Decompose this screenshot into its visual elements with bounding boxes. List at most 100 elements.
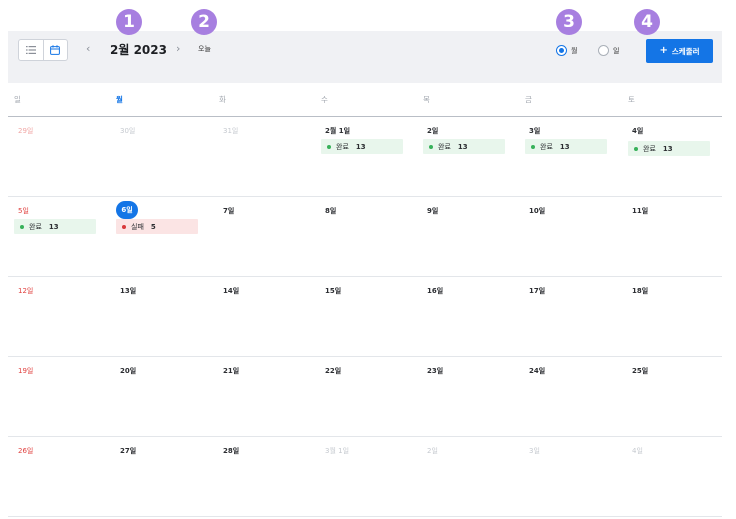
add-schedule-button[interactable]: + 스케줄러 <box>646 39 713 63</box>
radio-label: 일 <box>613 46 620 55</box>
day-cell[interactable]: 13일 <box>118 277 220 356</box>
day-cell[interactable]: 11일 <box>630 197 732 276</box>
day-number: 12일 <box>18 287 34 295</box>
day-cell[interactable]: 31일 <box>221 117 323 196</box>
day-cell[interactable]: 30일 <box>118 117 220 196</box>
radio-label: 월 <box>571 46 578 55</box>
day-cell[interactable]: 12일 <box>16 277 118 356</box>
day-cell[interactable]: 28일 <box>221 437 323 516</box>
day-number: 18일 <box>632 287 649 295</box>
day-cell[interactable]: 26일 <box>16 437 118 516</box>
month-view-radio[interactable]: 월 <box>556 45 577 56</box>
day-cell[interactable]: 2일 <box>425 437 527 516</box>
day-number: 4일 <box>632 127 644 135</box>
day-cell[interactable]: 25일 <box>630 357 732 436</box>
month-title: 2월 2023 <box>110 43 167 57</box>
day-cell[interactable]: 23일 <box>425 357 527 436</box>
radio-selected <box>556 45 567 56</box>
day-cell[interactable]: 19일 <box>16 357 118 436</box>
event-label: 완료 <box>540 142 553 151</box>
day-number: 9일 <box>427 207 439 215</box>
day-number: 26일 <box>18 447 34 455</box>
day-number: 20일 <box>120 367 137 375</box>
week-row: 26일 27일 28일 3월 1일 2일 3일 4일 <box>8 437 722 517</box>
day-number: 22일 <box>325 367 342 375</box>
day-cell[interactable]: 7일 <box>221 197 323 276</box>
day-cell[interactable]: 3월 1일 <box>323 437 425 516</box>
day-number: 4일 <box>632 447 643 455</box>
prev-month-button[interactable]: ‹ <box>86 42 90 56</box>
callout-badge: 1 <box>116 9 142 35</box>
day-cell[interactable]: 15일 <box>323 277 425 356</box>
event-done[interactable]: 완료 13 <box>525 139 607 154</box>
list-view-button[interactable] <box>19 40 43 60</box>
event-count: 13 <box>662 144 673 153</box>
week-row: 19일 20일 21일 22일 23일 24일 25일 <box>8 357 722 437</box>
day-cell[interactable]: 16일 <box>425 277 527 356</box>
day-cell[interactable]: 10일 <box>527 197 629 276</box>
day-cell[interactable]: 18일 <box>630 277 732 356</box>
day-cell[interactable]: 27일 <box>118 437 220 516</box>
day-cell[interactable]: 8일 <box>323 197 425 276</box>
day-cell[interactable]: 4일완료 13 <box>628 117 732 196</box>
event-count: 13 <box>559 142 570 151</box>
event-label: 완료 <box>438 142 451 151</box>
day-cell[interactable]: 3일 <box>527 437 629 516</box>
today-date: 6일 <box>116 201 138 219</box>
list-icon <box>25 46 36 54</box>
event-label: 완료 <box>643 144 656 153</box>
day-cell[interactable]: 17일 <box>527 277 629 356</box>
day-cell[interactable]: 2일 완료 13 <box>423 117 527 196</box>
event-label: 완료 <box>29 222 42 231</box>
event-failed[interactable]: 실패 5 <box>116 219 198 234</box>
day-cell[interactable]: 22일 <box>323 357 425 436</box>
day-number: 30일 <box>120 127 136 135</box>
event-count: 13 <box>355 142 366 151</box>
day-cell[interactable]: 20일 <box>118 357 220 436</box>
weekday-label: 화 <box>219 95 226 104</box>
day-number: 19일 <box>18 367 34 375</box>
calendar-view-button[interactable] <box>42 40 68 60</box>
calendar-toolbar: ‹ 2월 2023 › 오늘 월 일 + 스케줄러 <box>8 31 722 83</box>
event-done[interactable]: 완료 13 <box>628 141 710 156</box>
day-number: 15일 <box>325 287 342 295</box>
status-dot <box>327 144 331 149</box>
day-cell[interactable]: 29일 <box>16 117 118 196</box>
next-month-button[interactable]: › <box>176 42 180 56</box>
week-row: 12일 13일 14일 15일 16일 17일 18일 <box>8 277 722 357</box>
event-done[interactable]: 완료 13 <box>14 219 96 234</box>
view-toggle <box>18 39 68 61</box>
callout-badge: 4 <box>634 9 660 35</box>
event-done[interactable]: 완료 13 <box>423 139 505 154</box>
day-cell[interactable]: 9일 <box>425 197 527 276</box>
day-cell[interactable]: 4일 <box>630 437 732 516</box>
day-cell[interactable]: 3일 완료 13 <box>525 117 629 196</box>
day-number: 25일 <box>632 367 649 375</box>
day-cell[interactable]: 24일 <box>527 357 629 436</box>
day-number: 13일 <box>120 287 137 295</box>
status-dot <box>20 224 24 229</box>
event-count: 5 <box>150 222 156 231</box>
weekday-label: 일 <box>14 95 21 104</box>
event-done[interactable]: 완료 13 <box>321 139 403 154</box>
day-cell[interactable]: 2월 1일 완료 13 <box>321 117 425 196</box>
day-number: 24일 <box>529 367 546 375</box>
scheduler-page: ‹ 2월 2023 › 오늘 월 일 + 스케줄러 일월화수목금토 29일 30일… <box>0 0 736 519</box>
event-label: 실패 <box>131 222 144 231</box>
callout-badge: 2 <box>191 9 217 35</box>
schedule-button-label: 스케줄러 <box>671 46 700 56</box>
event-label: 완료 <box>336 142 349 151</box>
day-number: 10일 <box>529 207 546 215</box>
event-count: 13 <box>48 222 59 231</box>
day-cell[interactable]: 14일 <box>221 277 323 356</box>
day-number: 2일 <box>427 447 438 455</box>
day-cell[interactable]: 21일 <box>221 357 323 436</box>
day-cell[interactable]: 6일실패 5 <box>116 197 220 276</box>
day-view-radio[interactable]: 일 <box>598 45 619 56</box>
plus-icon: + <box>659 45 668 56</box>
weekday-label: 목 <box>423 95 430 104</box>
chevron-right-icon: › <box>176 42 181 55</box>
today-button[interactable]: 오늘 <box>198 44 211 54</box>
event-count: 13 <box>457 142 468 151</box>
day-cell[interactable]: 5일 완료 13 <box>14 197 118 276</box>
